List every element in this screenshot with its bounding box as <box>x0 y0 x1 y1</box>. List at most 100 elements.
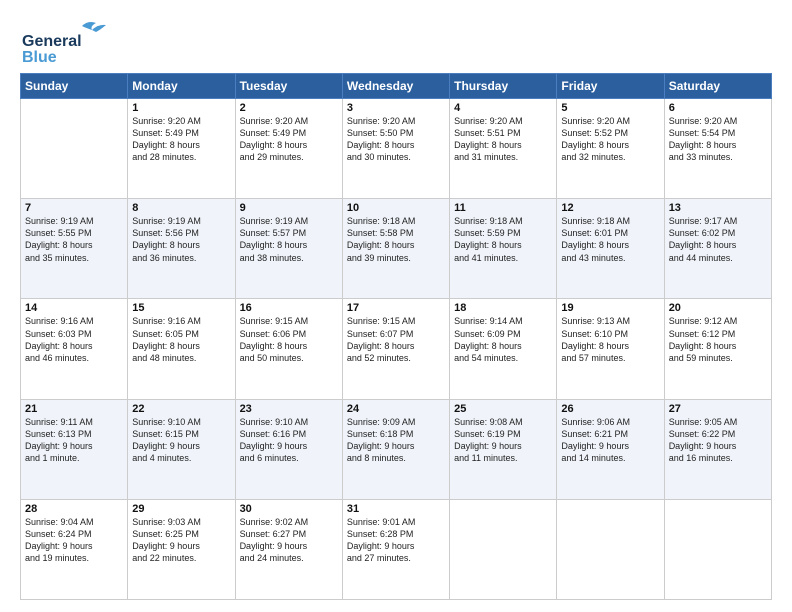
calendar-cell: 29Sunrise: 9:03 AMSunset: 6:25 PMDayligh… <box>128 499 235 599</box>
svg-text:Blue: Blue <box>22 49 57 63</box>
day-info: Sunrise: 9:19 AMSunset: 5:57 PMDaylight:… <box>240 215 338 264</box>
calendar-cell: 18Sunrise: 9:14 AMSunset: 6:09 PMDayligh… <box>450 299 557 399</box>
day-number: 20 <box>669 302 767 314</box>
day-number: 11 <box>454 202 552 214</box>
day-number: 29 <box>132 503 230 515</box>
day-number: 6 <box>669 102 767 114</box>
calendar-cell <box>450 499 557 599</box>
day-number: 9 <box>240 202 338 214</box>
day-number: 12 <box>561 202 659 214</box>
day-info: Sunrise: 9:08 AMSunset: 6:19 PMDaylight:… <box>454 416 552 465</box>
calendar-cell: 28Sunrise: 9:04 AMSunset: 6:24 PMDayligh… <box>21 499 128 599</box>
day-header-monday: Monday <box>128 74 235 99</box>
day-number: 27 <box>669 403 767 415</box>
calendar-cell: 9Sunrise: 9:19 AMSunset: 5:57 PMDaylight… <box>235 199 342 299</box>
day-info: Sunrise: 9:18 AMSunset: 5:58 PMDaylight:… <box>347 215 445 264</box>
logo-svg: General Blue <box>20 18 130 63</box>
calendar-cell <box>664 499 771 599</box>
day-number: 15 <box>132 302 230 314</box>
calendar-cell: 31Sunrise: 9:01 AMSunset: 6:28 PMDayligh… <box>342 499 449 599</box>
calendar-cell: 6Sunrise: 9:20 AMSunset: 5:54 PMDaylight… <box>664 99 771 199</box>
day-info: Sunrise: 9:17 AMSunset: 6:02 PMDaylight:… <box>669 215 767 264</box>
day-info: Sunrise: 9:02 AMSunset: 6:27 PMDaylight:… <box>240 516 338 565</box>
calendar-cell: 12Sunrise: 9:18 AMSunset: 6:01 PMDayligh… <box>557 199 664 299</box>
calendar-week-5: 28Sunrise: 9:04 AMSunset: 6:24 PMDayligh… <box>21 499 772 599</box>
calendar-cell: 13Sunrise: 9:17 AMSunset: 6:02 PMDayligh… <box>664 199 771 299</box>
page: General Blue SundayMondayTuesdayWednesda… <box>0 0 792 612</box>
day-info: Sunrise: 9:13 AMSunset: 6:10 PMDaylight:… <box>561 315 659 364</box>
day-header-friday: Friday <box>557 74 664 99</box>
calendar-cell: 21Sunrise: 9:11 AMSunset: 6:13 PMDayligh… <box>21 399 128 499</box>
day-info: Sunrise: 9:04 AMSunset: 6:24 PMDaylight:… <box>25 516 123 565</box>
day-info: Sunrise: 9:19 AMSunset: 5:55 PMDaylight:… <box>25 215 123 264</box>
calendar-cell <box>21 99 128 199</box>
calendar-cell: 1Sunrise: 9:20 AMSunset: 5:49 PMDaylight… <box>128 99 235 199</box>
day-number: 17 <box>347 302 445 314</box>
day-number: 14 <box>25 302 123 314</box>
calendar-cell: 25Sunrise: 9:08 AMSunset: 6:19 PMDayligh… <box>450 399 557 499</box>
day-number: 24 <box>347 403 445 415</box>
day-number: 5 <box>561 102 659 114</box>
day-info: Sunrise: 9:16 AMSunset: 6:03 PMDaylight:… <box>25 315 123 364</box>
calendar-week-4: 21Sunrise: 9:11 AMSunset: 6:13 PMDayligh… <box>21 399 772 499</box>
day-info: Sunrise: 9:05 AMSunset: 6:22 PMDaylight:… <box>669 416 767 465</box>
calendar-cell: 10Sunrise: 9:18 AMSunset: 5:58 PMDayligh… <box>342 199 449 299</box>
calendar-cell: 14Sunrise: 9:16 AMSunset: 6:03 PMDayligh… <box>21 299 128 399</box>
day-number: 2 <box>240 102 338 114</box>
calendar-cell: 22Sunrise: 9:10 AMSunset: 6:15 PMDayligh… <box>128 399 235 499</box>
day-number: 26 <box>561 403 659 415</box>
calendar-cell: 24Sunrise: 9:09 AMSunset: 6:18 PMDayligh… <box>342 399 449 499</box>
day-info: Sunrise: 9:18 AMSunset: 6:01 PMDaylight:… <box>561 215 659 264</box>
calendar-cell: 20Sunrise: 9:12 AMSunset: 6:12 PMDayligh… <box>664 299 771 399</box>
day-info: Sunrise: 9:20 AMSunset: 5:52 PMDaylight:… <box>561 115 659 164</box>
day-info: Sunrise: 9:15 AMSunset: 6:06 PMDaylight:… <box>240 315 338 364</box>
day-number: 4 <box>454 102 552 114</box>
day-info: Sunrise: 9:19 AMSunset: 5:56 PMDaylight:… <box>132 215 230 264</box>
day-number: 8 <box>132 202 230 214</box>
day-info: Sunrise: 9:03 AMSunset: 6:25 PMDaylight:… <box>132 516 230 565</box>
day-info: Sunrise: 9:20 AMSunset: 5:49 PMDaylight:… <box>240 115 338 164</box>
header: General Blue <box>20 18 772 63</box>
svg-text:General: General <box>22 33 82 50</box>
day-info: Sunrise: 9:14 AMSunset: 6:09 PMDaylight:… <box>454 315 552 364</box>
day-number: 30 <box>240 503 338 515</box>
calendar-header-row: SundayMondayTuesdayWednesdayThursdayFrid… <box>21 74 772 99</box>
day-info: Sunrise: 9:15 AMSunset: 6:07 PMDaylight:… <box>347 315 445 364</box>
day-info: Sunrise: 9:20 AMSunset: 5:51 PMDaylight:… <box>454 115 552 164</box>
day-number: 18 <box>454 302 552 314</box>
calendar-cell: 2Sunrise: 9:20 AMSunset: 5:49 PMDaylight… <box>235 99 342 199</box>
day-number: 16 <box>240 302 338 314</box>
day-info: Sunrise: 9:16 AMSunset: 6:05 PMDaylight:… <box>132 315 230 364</box>
day-number: 25 <box>454 403 552 415</box>
day-number: 22 <box>132 403 230 415</box>
day-number: 31 <box>347 503 445 515</box>
day-number: 1 <box>132 102 230 114</box>
day-header-thursday: Thursday <box>450 74 557 99</box>
day-info: Sunrise: 9:20 AMSunset: 5:49 PMDaylight:… <box>132 115 230 164</box>
day-info: Sunrise: 9:20 AMSunset: 5:50 PMDaylight:… <box>347 115 445 164</box>
calendar-cell <box>557 499 664 599</box>
day-number: 10 <box>347 202 445 214</box>
calendar-cell: 4Sunrise: 9:20 AMSunset: 5:51 PMDaylight… <box>450 99 557 199</box>
day-info: Sunrise: 9:06 AMSunset: 6:21 PMDaylight:… <box>561 416 659 465</box>
day-info: Sunrise: 9:12 AMSunset: 6:12 PMDaylight:… <box>669 315 767 364</box>
calendar-cell: 17Sunrise: 9:15 AMSunset: 6:07 PMDayligh… <box>342 299 449 399</box>
calendar-cell: 15Sunrise: 9:16 AMSunset: 6:05 PMDayligh… <box>128 299 235 399</box>
day-info: Sunrise: 9:10 AMSunset: 6:16 PMDaylight:… <box>240 416 338 465</box>
calendar-cell: 5Sunrise: 9:20 AMSunset: 5:52 PMDaylight… <box>557 99 664 199</box>
day-number: 7 <box>25 202 123 214</box>
calendar-cell: 19Sunrise: 9:13 AMSunset: 6:10 PMDayligh… <box>557 299 664 399</box>
calendar-cell: 7Sunrise: 9:19 AMSunset: 5:55 PMDaylight… <box>21 199 128 299</box>
calendar-cell: 26Sunrise: 9:06 AMSunset: 6:21 PMDayligh… <box>557 399 664 499</box>
calendar-cell: 16Sunrise: 9:15 AMSunset: 6:06 PMDayligh… <box>235 299 342 399</box>
day-info: Sunrise: 9:09 AMSunset: 6:18 PMDaylight:… <box>347 416 445 465</box>
day-number: 3 <box>347 102 445 114</box>
day-header-saturday: Saturday <box>664 74 771 99</box>
day-info: Sunrise: 9:20 AMSunset: 5:54 PMDaylight:… <box>669 115 767 164</box>
day-info: Sunrise: 9:18 AMSunset: 5:59 PMDaylight:… <box>454 215 552 264</box>
calendar-cell: 3Sunrise: 9:20 AMSunset: 5:50 PMDaylight… <box>342 99 449 199</box>
calendar-cell: 11Sunrise: 9:18 AMSunset: 5:59 PMDayligh… <box>450 199 557 299</box>
logo: General Blue <box>20 18 130 63</box>
calendar-cell: 27Sunrise: 9:05 AMSunset: 6:22 PMDayligh… <box>664 399 771 499</box>
day-header-wednesday: Wednesday <box>342 74 449 99</box>
